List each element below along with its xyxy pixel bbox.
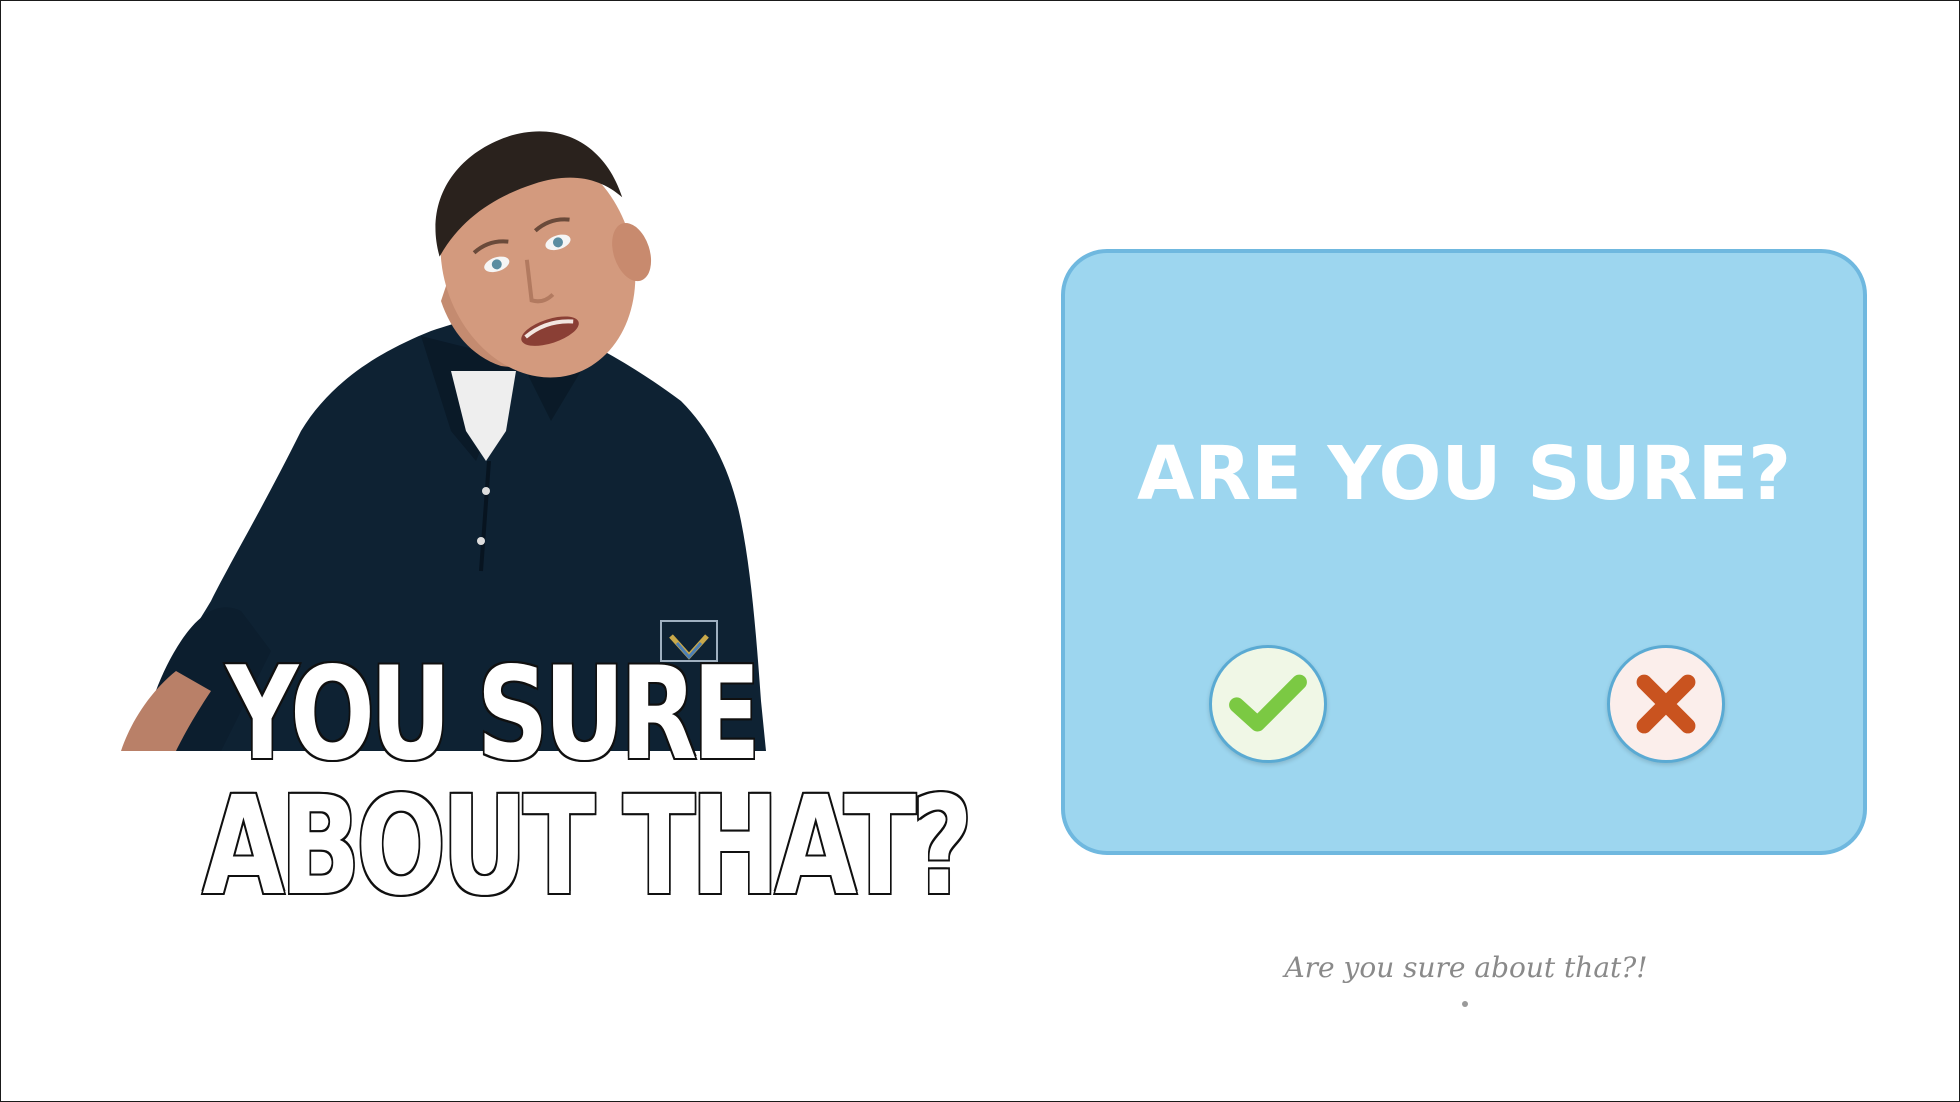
dialog-title: ARE YOU SURE? [1136, 431, 1792, 517]
confirmation-dialog: ARE YOU SURE? [1061, 249, 1867, 855]
cancel-button[interactable] [1607, 645, 1725, 763]
meme-caption-line2: ABOUT THAT? [201, 768, 975, 926]
meme-caption-line1: YOU SURE [224, 640, 762, 789]
decorative-dot [1462, 1001, 1468, 1007]
check-icon [1229, 674, 1307, 732]
image-frame: YOU SURE ABOUT THAT? ARE YOU SURE? Are y… [0, 0, 1960, 1102]
confirm-button[interactable] [1209, 645, 1327, 763]
caption-subtitle: Are you sure about that?! [1284, 951, 1648, 984]
x-icon [1636, 674, 1696, 734]
meme-sticker: YOU SURE ABOUT THAT? [121, 131, 975, 931]
